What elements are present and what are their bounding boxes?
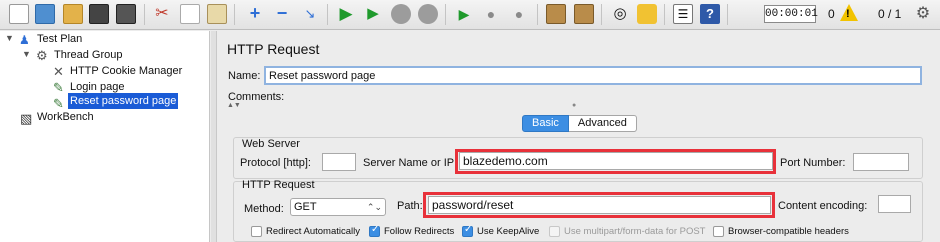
- tree-item-label: Test Plan: [37, 33, 83, 45]
- tab-advanced[interactable]: Advanced: [568, 115, 637, 132]
- new-icon[interactable]: [9, 4, 29, 24]
- cut-icon[interactable]: ✂: [152, 4, 172, 24]
- server-name-highlight: [455, 149, 776, 174]
- remote-stop-icon[interactable]: ●: [481, 4, 501, 24]
- drag-handle-icon[interactable]: ●: [572, 102, 576, 109]
- follow-redirects-checkbox[interactable]: [369, 224, 380, 237]
- tree-item-cookie-manager[interactable]: HTTP Cookie Manager: [70, 63, 182, 79]
- path-label: Path:: [397, 200, 423, 212]
- start-no-pause-icon[interactable]: ▶: [363, 4, 383, 24]
- content-encoding-field[interactable]: [878, 195, 911, 213]
- open-icon[interactable]: [63, 4, 83, 24]
- use-keepalive-label: Use KeepAlive: [477, 226, 540, 237]
- elapsed-timer: 00:00:01: [764, 5, 818, 23]
- clear-all-icon[interactable]: [574, 4, 594, 24]
- tree-item-label: HTTP Cookie Manager: [70, 65, 183, 77]
- stop-icon[interactable]: [391, 4, 411, 24]
- shutdown-icon[interactable]: [418, 4, 438, 24]
- toolbar-separator: [601, 4, 602, 25]
- name-label: Name:: [228, 70, 261, 82]
- toolbar-separator: [537, 4, 538, 25]
- thread-group-icon: ⚙: [36, 48, 48, 63]
- method-select[interactable]: GET ⌃⌄: [290, 198, 386, 216]
- toolbar-separator: [445, 4, 446, 25]
- search-icon[interactable]: ◎: [610, 4, 630, 24]
- port-number-label: Port Number:: [780, 157, 846, 169]
- warning-count: 0: [828, 7, 835, 21]
- copy-icon[interactable]: [180, 4, 200, 24]
- clear-icon[interactable]: [546, 4, 566, 24]
- collapse-arrows-icon[interactable]: ▲▼: [227, 102, 241, 109]
- toggle-icon[interactable]: ↘: [300, 4, 320, 24]
- warning-mark: !: [846, 8, 850, 20]
- redirect-automatically-checkbox[interactable]: [251, 226, 262, 237]
- tree-item-label: WorkBench: [37, 111, 94, 123]
- name-field[interactable]: Reset password page: [264, 66, 922, 85]
- browser-compatible-headers-checkbox[interactable]: [713, 226, 724, 237]
- tree-item-test-plan[interactable]: Test Plan: [37, 31, 82, 47]
- save-as-icon[interactable]: [116, 4, 136, 24]
- server-name-label: Server Name or IP:: [363, 157, 458, 169]
- toolbar: ✂ + − ↘ ▶ ▶ ▶ ● ● ◎ ☰ ? 00:00:01 0 ! 0 /…: [0, 0, 940, 30]
- remote-start-icon[interactable]: ▶: [454, 4, 474, 24]
- templates-icon[interactable]: [35, 4, 55, 24]
- http-request-panel: HTTP Request Name: Reset password page C…: [218, 31, 940, 242]
- method-value: GET: [294, 201, 317, 213]
- web-server-legend: Web Server: [242, 138, 300, 150]
- tree-item-label: Thread Group: [54, 49, 123, 61]
- toolbar-separator: [327, 4, 328, 25]
- method-label: Method:: [244, 203, 284, 215]
- redirect-automatically-label: Redirect Automatically: [266, 226, 360, 237]
- path-highlight: [423, 192, 775, 218]
- sampler-icon: ✎: [53, 80, 64, 95]
- tree-item-workbench[interactable]: WorkBench: [37, 109, 94, 125]
- function-helper-icon[interactable]: ☰: [673, 4, 693, 24]
- follow-redirects-label: Follow Redirects: [384, 226, 455, 237]
- workbench-icon: ▧: [20, 111, 33, 126]
- browser-compatible-headers-label: Browser-compatible headers: [728, 226, 849, 237]
- thread-count: 0 / 1: [878, 7, 902, 21]
- tree-item-thread-group[interactable]: Thread Group: [54, 47, 122, 63]
- tab-bar: Basic Advanced: [522, 115, 637, 132]
- save-icon[interactable]: [89, 4, 109, 24]
- tree-item-reset-password-page[interactable]: Reset password page: [68, 93, 179, 109]
- remote-shutdown-icon[interactable]: ●: [509, 4, 529, 24]
- protocol-field[interactable]: [322, 153, 356, 171]
- tree-item-label: Reset password page: [70, 95, 177, 107]
- toolbar-separator: [664, 4, 665, 25]
- page-title: HTTP Request: [227, 41, 320, 57]
- toolbar-separator: [234, 4, 235, 25]
- tab-basic[interactable]: Basic: [522, 115, 569, 132]
- chevron-updown-icon: ⌃⌄: [366, 202, 382, 212]
- test-plan-tree: ▼ ♟ Test Plan ▼ ⚙ Thread Group ✕ HTTP Co…: [0, 31, 210, 242]
- sampler-icon: ✎: [53, 96, 64, 111]
- collapse-icon[interactable]: −: [272, 4, 292, 24]
- use-keepalive-checkbox[interactable]: [462, 224, 473, 237]
- settings-icon[interactable]: ⚙: [913, 4, 933, 24]
- help-icon[interactable]: ?: [700, 4, 720, 24]
- reset-search-icon[interactable]: [637, 4, 657, 24]
- expand-triangle-icon[interactable]: ▼: [5, 33, 14, 43]
- split-pane-divider[interactable]: [211, 31, 217, 242]
- port-number-field[interactable]: [853, 153, 909, 171]
- toolbar-separator: [727, 4, 728, 25]
- expand-icon[interactable]: +: [245, 4, 265, 24]
- protocol-label: Protocol [http]:: [240, 157, 311, 169]
- multipart-form-data-checkbox[interactable]: [549, 226, 560, 237]
- cookie-manager-icon: ✕: [53, 64, 64, 79]
- tree-item-label: Login page: [70, 81, 125, 93]
- test-plan-icon: ♟: [19, 33, 30, 47]
- http-request-legend: HTTP Request: [242, 179, 315, 191]
- toolbar-separator: [144, 4, 145, 25]
- paste-icon[interactable]: [207, 4, 227, 24]
- expand-triangle-icon[interactable]: ▼: [22, 49, 31, 59]
- multipart-form-data-label: Use multipart/form-data for POST: [564, 226, 706, 237]
- start-icon[interactable]: ▶: [336, 4, 356, 24]
- content-encoding-label: Content encoding:: [778, 200, 868, 212]
